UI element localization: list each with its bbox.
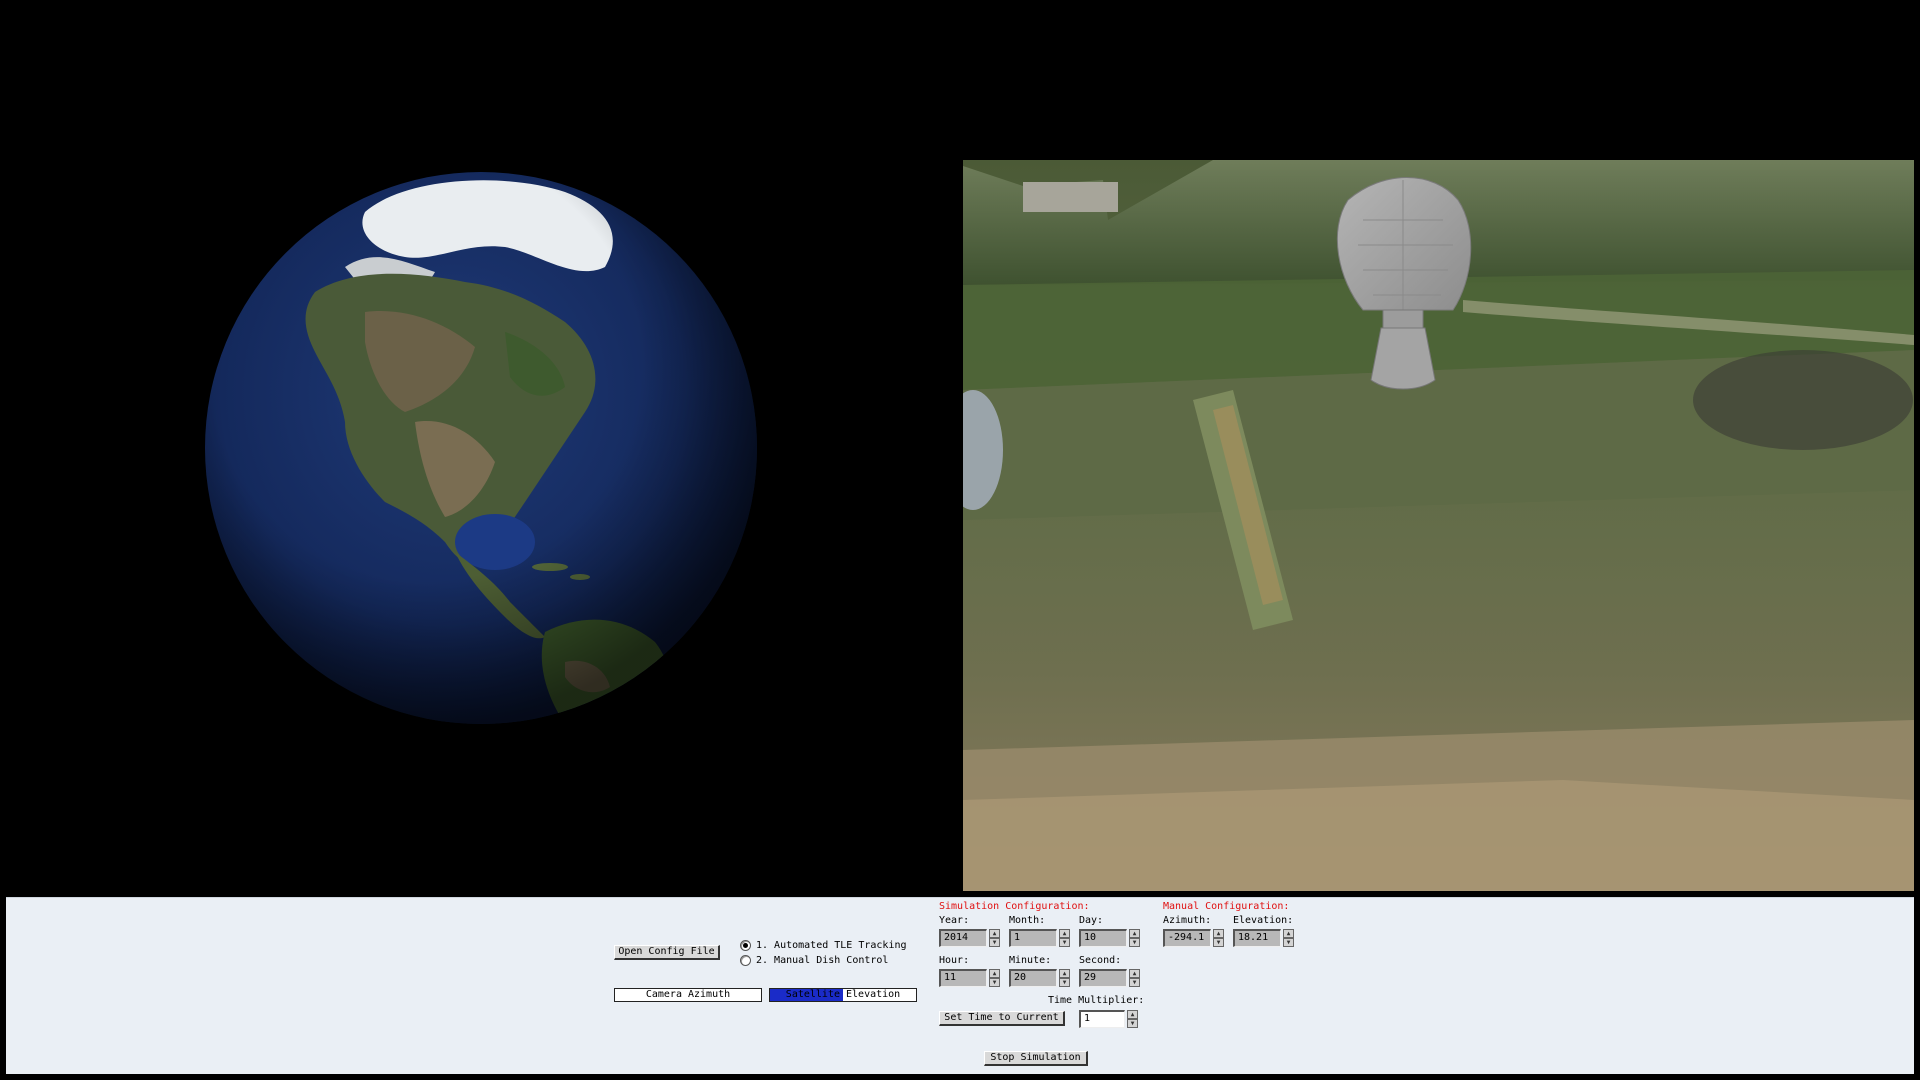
down-arrow-icon[interactable]: ▼	[1129, 978, 1140, 987]
up-arrow-icon[interactable]: ▲	[1059, 969, 1070, 978]
satellite-elevation-bar[interactable]: Satellite Elevation	[769, 988, 917, 1002]
month-field[interactable]: 1	[1009, 929, 1057, 947]
up-arrow-icon[interactable]: ▲	[1129, 969, 1140, 978]
time-multiplier-arrows[interactable]: ▲ ▼	[1127, 1010, 1138, 1028]
second-field[interactable]: 29	[1079, 969, 1127, 987]
radio-automated[interactable]	[740, 940, 751, 951]
minute-label: Minute:	[1009, 955, 1052, 966]
globe-viewport[interactable]	[0, 0, 960, 895]
elevation-arrows[interactable]: ▲ ▼	[1283, 929, 1294, 947]
simulation-config-title: Simulation Configuration:	[939, 901, 1090, 912]
down-arrow-icon[interactable]: ▼	[989, 978, 1000, 987]
radio-manual[interactable]	[740, 955, 751, 966]
month-spinner[interactable]: 1 ▲ ▼	[1009, 929, 1070, 947]
up-arrow-icon[interactable]: ▲	[1129, 929, 1140, 938]
earth-globe[interactable]	[205, 172, 757, 724]
azimuth-arrows[interactable]: ▲ ▼	[1213, 929, 1224, 947]
hour-field[interactable]: 11	[939, 969, 987, 987]
month-label: Month:	[1009, 915, 1046, 926]
year-arrows[interactable]: ▲ ▼	[989, 929, 1000, 947]
up-arrow-icon[interactable]: ▲	[1283, 929, 1294, 938]
azimuth-spinner[interactable]: -294.1 ▲ ▼	[1163, 929, 1224, 947]
down-arrow-icon[interactable]: ▼	[1283, 938, 1294, 947]
year-spinner[interactable]: 2014 ▲ ▼	[939, 929, 1000, 947]
second-label: Second:	[1079, 955, 1122, 966]
open-config-button[interactable]: Open Config File	[614, 945, 720, 960]
elevation-spinner[interactable]: 18.21 ▲ ▼	[1233, 929, 1294, 947]
hour-arrows[interactable]: ▲ ▼	[989, 969, 1000, 987]
up-arrow-icon[interactable]: ▲	[989, 969, 1000, 978]
down-arrow-icon[interactable]: ▼	[1129, 938, 1140, 947]
stop-simulation-button[interactable]: Stop Simulation	[984, 1051, 1088, 1066]
up-arrow-icon[interactable]: ▲	[1127, 1010, 1138, 1019]
hour-label: Hour:	[939, 955, 970, 966]
second-arrows[interactable]: ▲ ▼	[1129, 969, 1140, 987]
minute-spinner[interactable]: 20 ▲ ▼	[1009, 969, 1070, 987]
time-multiplier-spinner[interactable]: 1 ▲ ▼	[1079, 1010, 1138, 1028]
down-arrow-icon[interactable]: ▼	[1213, 938, 1224, 947]
satellite-elevation-label: Satellite Elevation	[785, 989, 901, 1000]
mode-automated-tle[interactable]: 1. Automated TLE Tracking	[740, 940, 907, 951]
down-arrow-icon[interactable]: ▼	[1059, 978, 1070, 987]
second-spinner[interactable]: 29 ▲ ▼	[1079, 969, 1140, 987]
down-arrow-icon[interactable]: ▼	[1059, 938, 1070, 947]
minute-field[interactable]: 20	[1009, 969, 1057, 987]
manual-config-title: Manual Configuration:	[1163, 901, 1290, 912]
down-arrow-icon[interactable]: ▼	[1127, 1019, 1138, 1028]
hour-spinner[interactable]: 11 ▲ ▼	[939, 969, 1000, 987]
terrain-scene	[963, 160, 1914, 891]
year-field[interactable]: 2014	[939, 929, 987, 947]
down-arrow-icon[interactable]: ▼	[989, 938, 1000, 947]
elevation-label: Elevation:	[1233, 915, 1294, 926]
month-arrows[interactable]: ▲ ▼	[1059, 929, 1070, 947]
up-arrow-icon[interactable]: ▲	[989, 929, 1000, 938]
mode-manual-dish[interactable]: 2. Manual Dish Control	[740, 955, 888, 966]
time-multiplier-label: Time Multiplier:	[1048, 995, 1145, 1006]
camera-azimuth-bar[interactable]: Camera Azimuth	[614, 988, 762, 1002]
control-panel: Open Config File 1. Automated TLE Tracki…	[6, 897, 1914, 1074]
day-spinner[interactable]: 10 ▲ ▼	[1079, 929, 1140, 947]
day-arrows[interactable]: ▲ ▼	[1129, 929, 1140, 947]
azimuth-field[interactable]: -294.1	[1163, 929, 1211, 947]
year-label: Year:	[939, 915, 970, 926]
up-arrow-icon[interactable]: ▲	[1213, 929, 1224, 938]
elevation-field[interactable]: 18.21	[1233, 929, 1281, 947]
day-label: Day:	[1079, 915, 1104, 926]
time-multiplier-field[interactable]: 1	[1079, 1010, 1125, 1028]
up-arrow-icon[interactable]: ▲	[1059, 929, 1070, 938]
set-time-current-button[interactable]: Set Time to Current	[939, 1011, 1065, 1026]
minute-arrows[interactable]: ▲ ▼	[1059, 969, 1070, 987]
mode-manual-label: 2. Manual Dish Control	[756, 955, 889, 966]
dish-terrain-viewport[interactable]	[963, 160, 1914, 891]
day-field[interactable]: 10	[1079, 929, 1127, 947]
camera-azimuth-label: Camera Azimuth	[645, 989, 731, 1000]
azimuth-label: Azimuth:	[1163, 915, 1212, 926]
mode-automated-label: 1. Automated TLE Tracking	[756, 940, 907, 951]
